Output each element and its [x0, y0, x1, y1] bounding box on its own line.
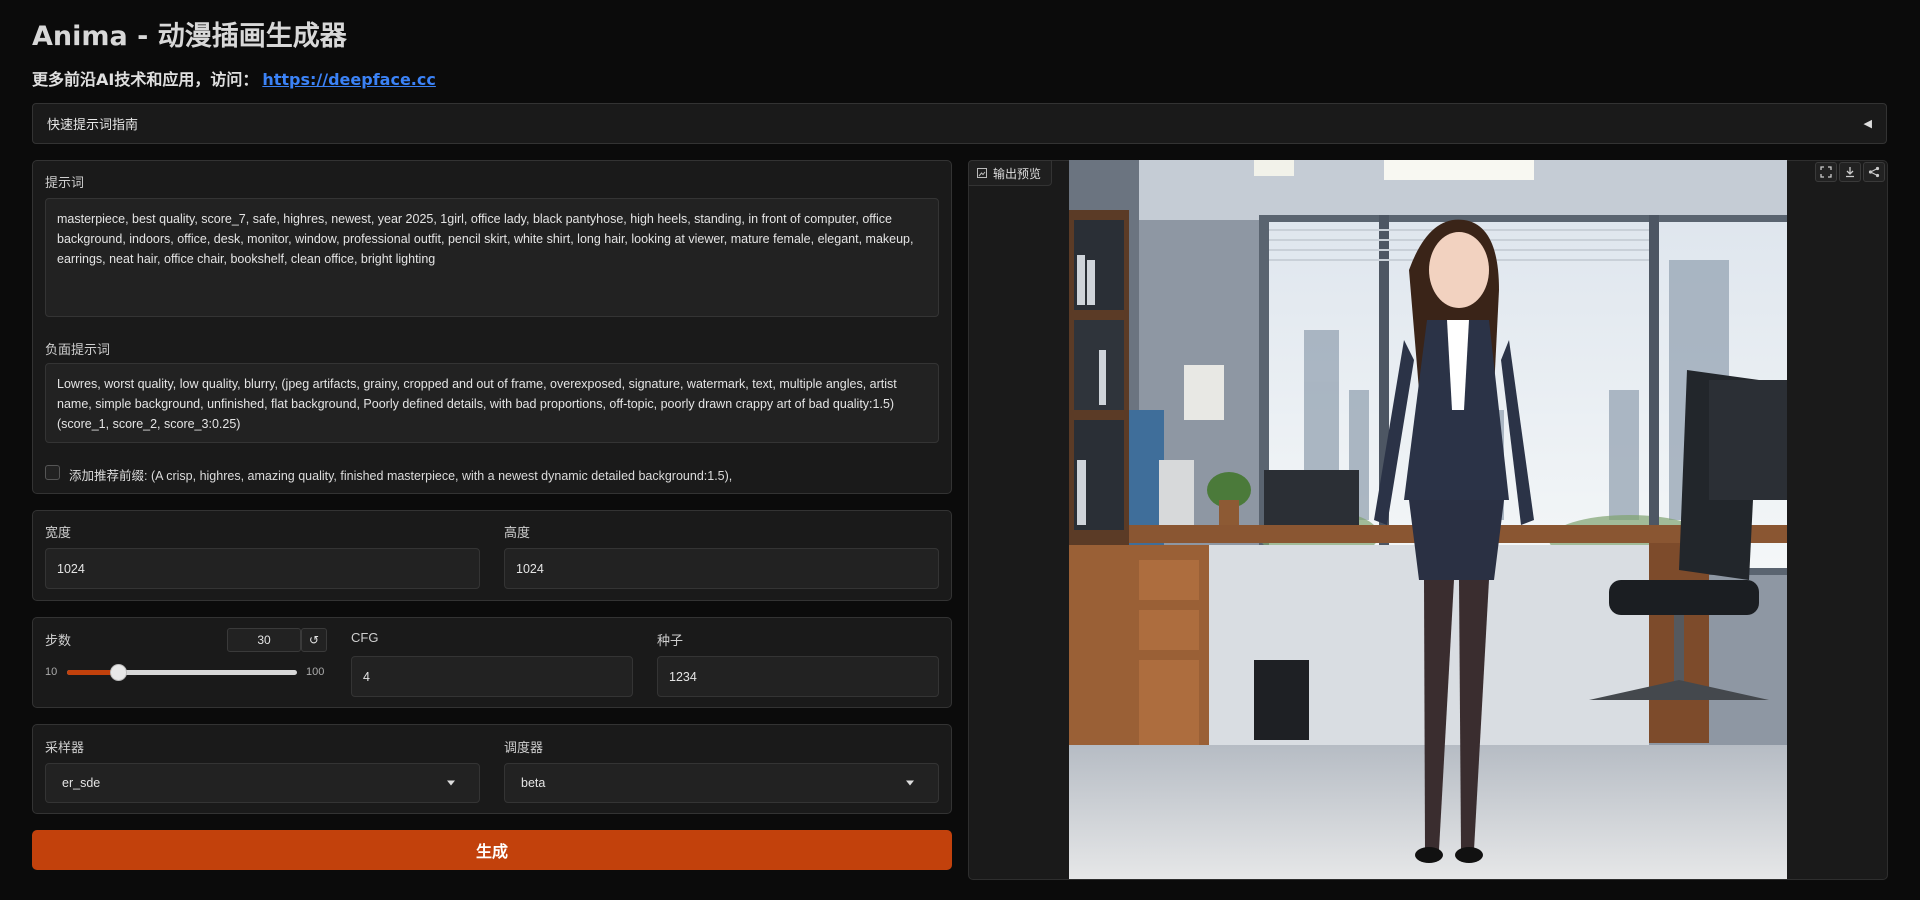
collapse-arrow-icon[interactable]: ◀	[1864, 117, 1872, 130]
quick-prompt-guide-accordion[interactable]: 快速提示词指南 ◀	[32, 103, 1887, 144]
prompt-textarea[interactable]: masterpiece, best quality, score_7, safe…	[45, 198, 939, 317]
share-icon	[1868, 166, 1880, 178]
cfg-input[interactable]: 4	[351, 656, 633, 697]
output-label-text: 输出预览	[993, 166, 1042, 181]
download-icon	[1846, 167, 1854, 178]
generate-button[interactable]: 生成	[32, 830, 952, 870]
steps-max-label: 100	[306, 666, 325, 678]
steps-slider[interactable]	[67, 664, 297, 681]
steps-label: 步数	[45, 633, 72, 648]
image-icon	[977, 168, 987, 178]
cfg-label: CFG	[351, 630, 379, 645]
height-label: 高度	[504, 525, 531, 540]
share-button[interactable]	[1863, 162, 1885, 182]
steps-number-input[interactable]: 30	[227, 628, 301, 652]
recommended-prefix-checkbox[interactable]	[45, 465, 60, 480]
office-illustration	[1069, 160, 1787, 879]
steps-slider-thumb[interactable]	[110, 664, 128, 681]
download-button[interactable]	[1839, 162, 1861, 182]
width-input[interactable]: 1024	[45, 548, 480, 589]
seed-input[interactable]: 1234	[657, 656, 939, 697]
negative-prompt-textarea[interactable]: Lowres, worst quality, low quality, blur…	[45, 363, 939, 443]
scheduler-value: beta	[521, 776, 546, 790]
generated-image	[1069, 160, 1787, 879]
sampler-dropdown[interactable]: er_sde	[45, 763, 480, 803]
chevron-down-icon	[906, 780, 914, 786]
steps-min-label: 10	[45, 666, 58, 678]
scheduler-dropdown[interactable]: beta	[504, 763, 939, 803]
fullscreen-icon	[1820, 166, 1832, 178]
deepface-link[interactable]: https://deepface.cc	[262, 70, 436, 89]
page-subtitle: 更多前沿AI技术和应用，访问： https://deepface.cc	[32, 66, 436, 90]
reset-icon: ↺	[308, 633, 320, 647]
page-title: Anima - 动漫插画生成器	[32, 21, 347, 52]
sampler-value: er_sde	[62, 776, 101, 790]
negative-prompt-label: 负面提示词	[45, 342, 111, 357]
scheduler-label: 调度器	[504, 740, 544, 755]
output-preview-label: 输出预览	[968, 160, 1053, 186]
sampler-label: 采样器	[45, 740, 85, 755]
chevron-down-icon	[447, 780, 455, 786]
accordion-label: 快速提示词指南	[47, 117, 139, 132]
steps-reset-button[interactable]: ↺	[301, 628, 327, 652]
height-input[interactable]: 1024	[504, 548, 939, 589]
subtitle-text: 更多前沿AI技术和应用，访问：	[32, 70, 259, 89]
seed-label: 种子	[657, 633, 684, 648]
fullscreen-button[interactable]	[1815, 162, 1837, 182]
prompt-label: 提示词	[45, 175, 85, 190]
recommended-prefix-label: 添加推荐前缀: (A crisp, highres, amazing quali…	[69, 469, 733, 483]
width-label: 宽度	[45, 525, 72, 540]
